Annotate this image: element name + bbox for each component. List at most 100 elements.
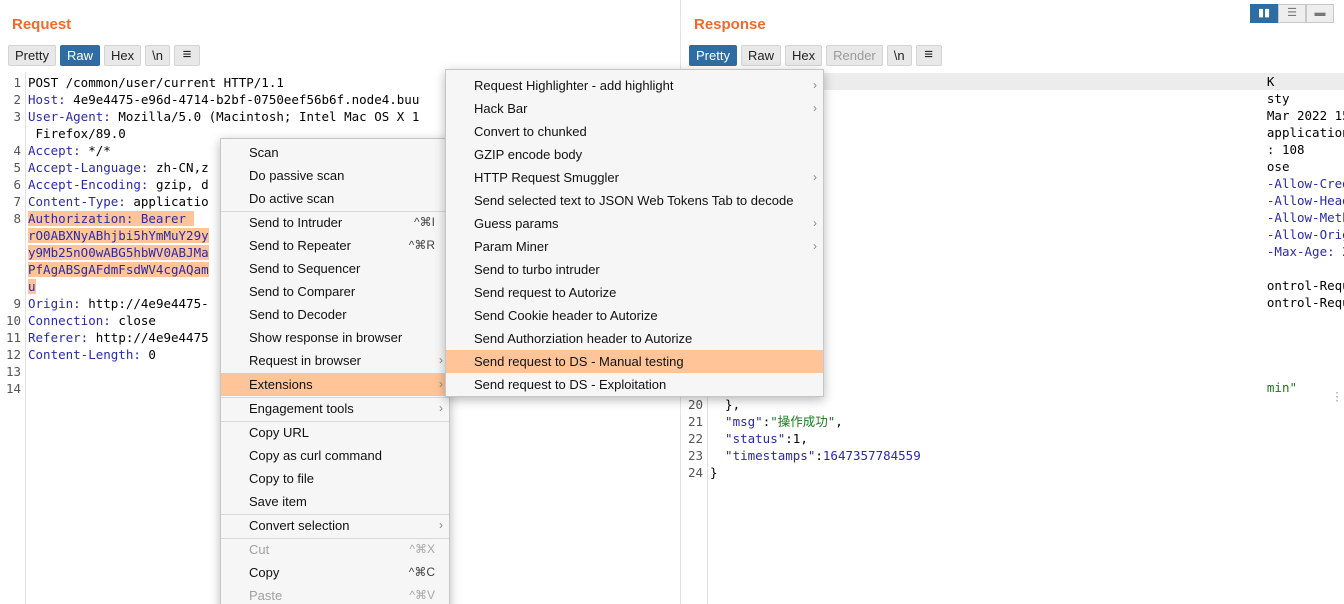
menu-item-send-request-to-autorize[interactable]: Send request to Autorize bbox=[446, 281, 823, 304]
response-code-line[interactable]: 20 }, bbox=[681, 396, 1344, 413]
menu-item-send-request-to-ds-exploitation[interactable]: Send request to DS - Exploitation bbox=[446, 373, 823, 396]
line-number: 14 bbox=[5, 381, 21, 396]
line-number: 2 bbox=[13, 92, 21, 107]
menu-item-show-response-in-browser[interactable]: Show response in browser bbox=[221, 326, 449, 349]
line-text: } bbox=[710, 465, 718, 480]
menu-item-send-cookie-header-to-autorize[interactable]: Send Cookie header to Autorize bbox=[446, 304, 823, 327]
line-number: 23 bbox=[687, 448, 703, 463]
response-code-line[interactable]: 21 "msg":"操作成功", bbox=[681, 413, 1344, 430]
menu-item-label: Send request to DS - Manual testing bbox=[474, 354, 684, 369]
line-number: 10 bbox=[5, 313, 21, 328]
menu-item-http-request-smuggler[interactable]: HTTP Request Smuggler › bbox=[446, 166, 823, 189]
menu-item-send-to-decoder[interactable]: Send to Decoder bbox=[221, 303, 449, 326]
menu-item-do-passive-scan[interactable]: Do passive scan bbox=[221, 164, 449, 187]
menu-item-do-active-scan[interactable]: Do active scan bbox=[221, 187, 449, 210]
line-number: 12 bbox=[5, 347, 21, 362]
request-tab-newline[interactable]: \n bbox=[145, 45, 170, 66]
line-text: "timestamps":1647357784559 bbox=[710, 448, 921, 463]
response-code-line[interactable]: 23 "timestamps":1647357784559 bbox=[681, 447, 1344, 464]
response-tab-render: Render bbox=[826, 45, 883, 66]
response-view-tabs: Pretty Raw Hex Render \n ≡ bbox=[689, 45, 942, 66]
response-code-line[interactable]: 24} bbox=[681, 464, 1344, 481]
request-tab-pretty[interactable]: Pretty bbox=[8, 45, 56, 66]
line-text: Host: 4e9e4475-e96d-4714-b2bf-0750eef56b… bbox=[28, 92, 420, 107]
split-view-icon[interactable]: ▮▮ bbox=[1250, 4, 1278, 23]
line-number: 8 bbox=[13, 211, 21, 226]
line-text: Firefox/89.0 bbox=[28, 126, 126, 141]
line-text: Referer: http://4e9e4475 bbox=[28, 330, 209, 345]
menu-item-label: Request in browser bbox=[249, 353, 361, 368]
menu-item-send-to-comparer[interactable]: Send to Comparer bbox=[221, 280, 449, 303]
request-view-tabs: Pretty Raw Hex \n ≡ bbox=[8, 45, 200, 66]
menu-item-copy[interactable]: Copy ^⌘C bbox=[221, 561, 449, 584]
menu-item-extensions[interactable]: Extensions › bbox=[221, 373, 449, 396]
menu-item-copy-url[interactable]: Copy URL bbox=[221, 421, 449, 444]
chevron-right-icon: › bbox=[813, 78, 817, 92]
menu-item-label: Paste bbox=[249, 588, 283, 603]
line-text: POST /common/user/current HTTP/1.1 bbox=[28, 75, 284, 90]
menu-item-scan[interactable]: Scan bbox=[221, 141, 449, 164]
line-text: PfAgABSgAFdmFsdWV4cgAQam bbox=[28, 262, 209, 277]
menu-item-send-to-intruder[interactable]: Send to Intruder ^⌘I bbox=[221, 211, 449, 234]
menu-item-send-to-repeater[interactable]: Send to Repeater ^⌘R bbox=[221, 234, 449, 257]
request-menu-icon[interactable]: ≡ bbox=[173, 45, 200, 66]
line-text: Connection: close bbox=[28, 313, 156, 328]
shortcut-label: ^⌘X bbox=[409, 542, 435, 556]
menu-item-convert-selection[interactable]: Convert selection › bbox=[221, 514, 449, 537]
menu-item-send-to-sequencer[interactable]: Send to Sequencer bbox=[221, 257, 449, 280]
line-number: 3 bbox=[13, 109, 21, 124]
single-view-icon[interactable]: ▬ bbox=[1306, 4, 1334, 23]
line-text: User-Agent: Mozilla/5.0 (Macintosh; Inte… bbox=[28, 109, 420, 124]
line-number: 4 bbox=[13, 143, 21, 158]
line-text: Authorization: Bearer bbox=[28, 211, 194, 226]
menu-item-guess-params[interactable]: Guess params › bbox=[446, 212, 823, 235]
menu-item-request-highlighter-add-highlight[interactable]: Request Highlighter - add highlight › bbox=[446, 74, 823, 97]
menu-item-request-in-browser[interactable]: Request in browser › bbox=[221, 349, 449, 372]
response-tab-raw[interactable]: Raw bbox=[740, 45, 781, 66]
line-text: Content-Type: applicatio bbox=[28, 194, 209, 209]
menu-item-label: Save item bbox=[249, 494, 307, 509]
scroll-handle-icon[interactable]: · · · bbox=[1334, 389, 1340, 407]
shortcut-label: ^⌘I bbox=[414, 215, 435, 229]
menu-item-label: Send to Intruder bbox=[249, 215, 343, 230]
menu-item-label: Send request to DS - Exploitation bbox=[474, 377, 667, 392]
request-tab-hex[interactable]: Hex bbox=[103, 45, 142, 66]
line-text: "status":1, bbox=[710, 431, 808, 446]
response-tab-newline[interactable]: \n bbox=[886, 45, 912, 66]
menu-item-convert-to-chunked[interactable]: Convert to chunked bbox=[446, 120, 823, 143]
menu-item-label: Convert selection bbox=[249, 518, 350, 533]
menu-item-send-to-turbo-intruder[interactable]: Send to turbo intruder bbox=[446, 258, 823, 281]
chevron-right-icon: › bbox=[439, 401, 443, 415]
menu-item-send-selected-text-to-json-web-tokens-tab-to-decode[interactable]: Send selected text to JSON Web Tokens Ta… bbox=[446, 189, 823, 212]
horizontal-view-icon[interactable]: ☰ bbox=[1278, 4, 1306, 23]
chevron-right-icon: › bbox=[439, 377, 443, 391]
menu-item-send-authorziation-header-to-autorize[interactable]: Send Authorziation header to Autorize bbox=[446, 327, 823, 350]
menu-item-param-miner[interactable]: Param Miner › bbox=[446, 235, 823, 258]
menu-item-copy-as-curl-command[interactable]: Copy as curl command bbox=[221, 444, 449, 467]
menu-item-label: Send request to Autorize bbox=[474, 285, 617, 300]
menu-item-hack-bar[interactable]: Hack Bar › bbox=[446, 97, 823, 120]
response-menu-icon[interactable]: ≡ bbox=[915, 45, 942, 66]
line-text: }, bbox=[710, 397, 741, 412]
line-text: rO0ABXNyABhjbi5hYmMuY29y bbox=[28, 228, 209, 243]
line-text: Content-Length: 0 bbox=[28, 347, 156, 362]
menu-item-send-request-to-ds-manual-testing[interactable]: Send request to DS - Manual testing bbox=[446, 350, 823, 373]
menu-item-label: Send Cookie header to Autorize bbox=[474, 308, 658, 323]
menu-item-label: Send to Sequencer bbox=[249, 261, 361, 276]
menu-item-label: Send to Comparer bbox=[249, 284, 356, 299]
line-number: 13 bbox=[5, 364, 21, 379]
response-tab-pretty[interactable]: Pretty bbox=[689, 45, 737, 66]
line-number: 22 bbox=[687, 431, 703, 446]
chevron-right-icon: › bbox=[813, 101, 817, 115]
menu-item-label: Copy to file bbox=[249, 471, 315, 486]
menu-item-engagement-tools[interactable]: Engagement tools › bbox=[221, 397, 449, 420]
response-code-line[interactable]: 22 "status":1, bbox=[681, 430, 1344, 447]
menu-item-gzip-encode-body[interactable]: GZIP encode body bbox=[446, 143, 823, 166]
line-number: 5 bbox=[13, 160, 21, 175]
menu-item-label: Send to turbo intruder bbox=[474, 262, 600, 277]
menu-item-label: Copy URL bbox=[249, 425, 309, 440]
request-tab-raw[interactable]: Raw bbox=[59, 45, 100, 66]
menu-item-save-item[interactable]: Save item bbox=[221, 490, 449, 513]
response-tab-hex[interactable]: Hex bbox=[784, 45, 823, 66]
menu-item-copy-to-file[interactable]: Copy to file bbox=[221, 467, 449, 490]
